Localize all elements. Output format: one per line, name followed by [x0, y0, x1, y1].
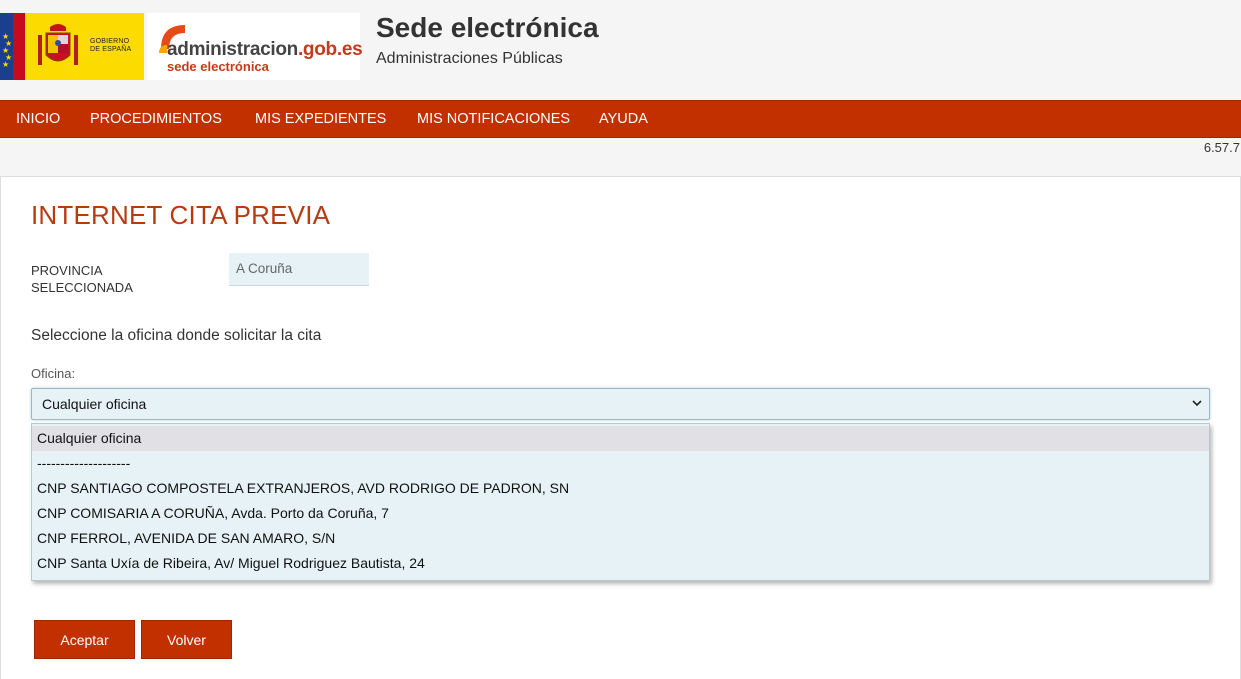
star-icon: ★ — [5, 39, 13, 48]
main-nav: INICIO PROCEDIMIENTOS MIS EXPEDIENTES MI… — [0, 100, 1241, 138]
office-dropdown-list: Cualquier oficina -------------------- C… — [31, 423, 1210, 581]
site-subtitle: Administraciones Públicas — [376, 50, 563, 67]
eu-flag-strip: ★ ★ ★ ★ ★ — [0, 13, 13, 80]
office-select-value: Cualquier oficina — [42, 396, 147, 412]
province-label: PROVINCIA SELECCIONADA — [31, 263, 133, 295]
province-value: A Coruña — [229, 253, 369, 286]
accept-button[interactable]: Aceptar — [34, 620, 135, 659]
administracion-logo[interactable]: administracion.gob.es sede electrónica — [147, 13, 363, 80]
office-option-coruna[interactable]: CNP COMISARIA A CORUÑA, Avda. Porto da C… — [32, 501, 1209, 526]
star-icon: ★ — [5, 53, 13, 62]
nav-item-procedimientos[interactable]: PROCEDIMIENTOS — [90, 101, 222, 138]
office-option-cualquier[interactable]: Cualquier oficina — [32, 426, 1209, 451]
office-option-ribeira[interactable]: CNP Santa Uxía de Ribeira, Av/ Miguel Ro… — [32, 551, 1209, 576]
office-label: Oficina: — [31, 366, 76, 381]
spain-flag-strip — [13, 13, 25, 80]
nav-item-inicio[interactable]: INICIO — [16, 101, 60, 138]
office-option-santiago[interactable]: CNP SANTIAGO COMPOSTELA EXTRANJEROS, AVD… — [32, 476, 1209, 501]
gobierno-espana-logo[interactable]: ★ ★ ★ ★ ★ GOBIERNO DE ESPAÑA — [0, 13, 144, 80]
gobierno-logo-text: GOBIERNO DE ESPAÑA — [90, 38, 132, 53]
coat-of-arms-icon — [38, 24, 78, 65]
page-title: INTERNET CITA PREVIA — [31, 200, 331, 230]
office-select[interactable]: Cualquier oficina — [31, 388, 1210, 420]
office-option-separator[interactable]: -------------------- — [32, 451, 1209, 476]
nav-item-ayuda[interactable]: AYUDA — [599, 101, 648, 138]
instruction-text: Seleccione la oficina donde solicitar la… — [31, 327, 322, 344]
administracion-logo-subtitle: sede electrónica — [167, 59, 269, 74]
administracion-logo-name: administracion.gob.es — [167, 39, 363, 60]
chevron-down-icon — [1192, 400, 1202, 407]
star-icon: ★ — [2, 60, 10, 69]
site-header: ★ ★ ★ ★ ★ GOBIERNO DE ESPAÑA administrac… — [0, 0, 1241, 100]
site-title: Sede electrónica — [376, 12, 599, 43]
back-button[interactable]: Volver — [141, 620, 232, 659]
nav-item-mis-expedientes[interactable]: MIS EXPEDIENTES — [255, 101, 386, 138]
nav-item-mis-notificaciones[interactable]: MIS NOTIFICACIONES — [417, 101, 570, 138]
office-option-ferrol[interactable]: CNP FERROL, AVENIDA DE SAN AMARO, S/N — [32, 526, 1209, 551]
version-number: 6.57.7 — [1203, 140, 1240, 155]
